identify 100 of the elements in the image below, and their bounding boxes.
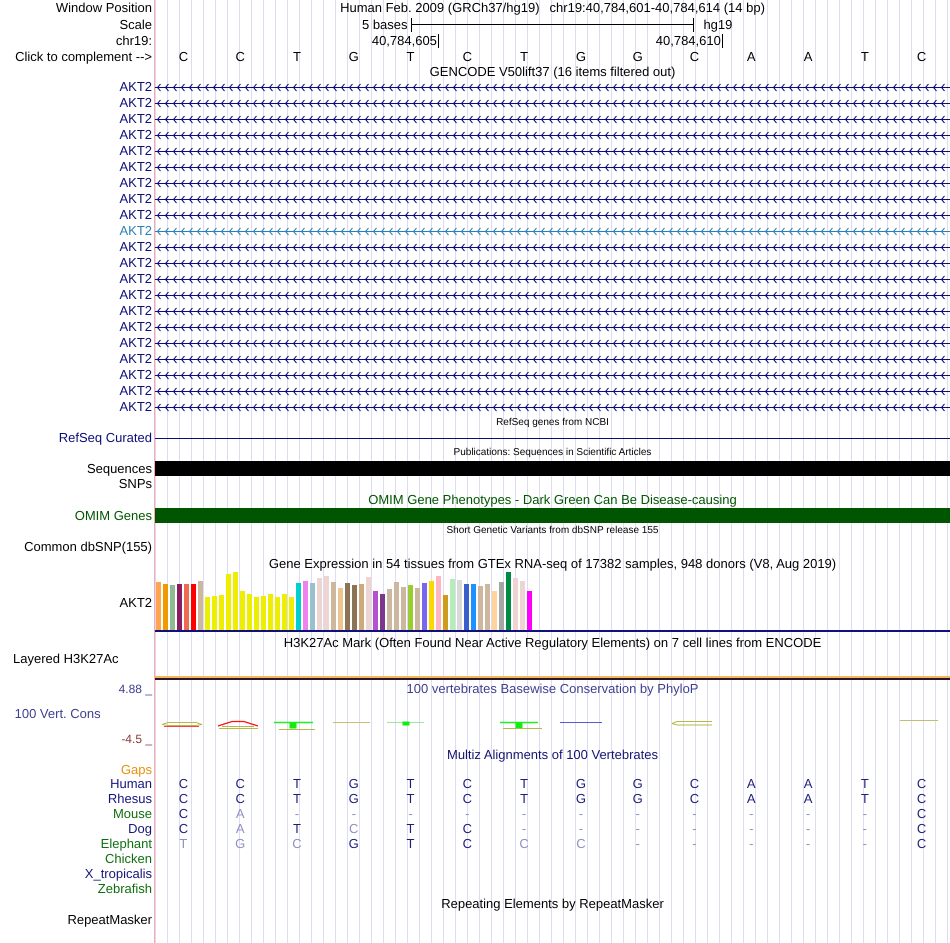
- track-title: OMIM Gene Phenotypes - Dark Green Can Be Disease-causing: [368, 492, 737, 508]
- gene-label[interactable]: AKT2: [119, 287, 152, 303]
- gene-label[interactable]: AKT2: [119, 95, 152, 111]
- row-label: chr19:: [116, 33, 152, 49]
- transcript-line[interactable]: [155, 114, 950, 124]
- assembly-label: hg19: [702, 16, 732, 33]
- aligned-base: C: [235, 776, 245, 791]
- track-label[interactable]: SNPs: [118, 476, 152, 492]
- track-label[interactable]: 100 Vert. Cons: [14, 706, 119, 722]
- conservation-mark: [500, 722, 542, 729]
- gene-label[interactable]: AKT2: [119, 271, 152, 287]
- aligned-base: C: [690, 776, 700, 791]
- track-label[interactable]: Sequences: [86, 461, 152, 476]
- base-letter[interactable]: A: [746, 49, 756, 65]
- aligned-base: -: [692, 806, 697, 821]
- base-letter[interactable]: G: [632, 49, 643, 65]
- gene-label[interactable]: AKT2: [119, 319, 152, 335]
- transcript-line[interactable]: [155, 82, 950, 92]
- gene-label[interactable]: AKT2: [119, 303, 152, 319]
- transcript-line[interactable]: [155, 274, 950, 284]
- transcript-line[interactable]: [155, 258, 950, 268]
- base-letter[interactable]: T: [292, 49, 301, 65]
- gene-label[interactable]: AKT2: [119, 367, 152, 383]
- gene-label[interactable]: AKT2: [119, 383, 152, 399]
- aligned-base: C: [235, 791, 245, 806]
- gene-label[interactable]: AKT2: [119, 79, 152, 95]
- transcript-line[interactable]: [155, 322, 950, 332]
- transcript-line[interactable]: [155, 194, 950, 204]
- base-letter[interactable]: T: [860, 49, 869, 65]
- base-letter[interactable]: A: [804, 49, 812, 65]
- aligned-base: A: [804, 791, 812, 806]
- transcript-line[interactable]: [155, 98, 950, 108]
- gene-label[interactable]: AKT2: [119, 351, 152, 367]
- base-letter[interactable]: G: [348, 49, 359, 65]
- transcript-line[interactable]: [155, 162, 950, 172]
- transcript-line[interactable]: [155, 370, 950, 380]
- transcript-line[interactable]: [155, 242, 950, 252]
- track-label[interactable]: AKT2: [119, 594, 152, 610]
- species-label[interactable]: Mouse: [112, 806, 152, 821]
- aligned-base: -: [749, 806, 754, 821]
- base-letter[interactable]: T: [406, 49, 414, 65]
- transcript-line[interactable]: [155, 402, 950, 412]
- base-letter[interactable]: C: [690, 49, 700, 65]
- aligned-base: A: [746, 776, 756, 791]
- transcript-line[interactable]: [155, 178, 950, 188]
- species-label[interactable]: X_tropicalis: [84, 866, 152, 881]
- base-letter[interactable]: T: [520, 49, 528, 65]
- species-label[interactable]: Dog: [128, 821, 152, 836]
- track-label[interactable]: RefSeq Curated: [58, 431, 152, 445]
- gene-label[interactable]: AKT2: [119, 399, 152, 415]
- transcript-line[interactable]: [155, 130, 950, 140]
- axis-max-label: 4.88 _: [118, 681, 152, 697]
- gene-label[interactable]: AKT2: [119, 223, 152, 239]
- aligned-base: G: [348, 776, 359, 791]
- conservation-mark: [386, 722, 424, 726]
- base-letter[interactable]: C: [235, 49, 245, 65]
- transcript-line[interactable]: [155, 354, 950, 364]
- gene-label[interactable]: AKT2: [119, 143, 152, 159]
- aligned-base: -: [578, 806, 584, 821]
- aligned-base: C: [462, 776, 472, 791]
- aligned-base: A: [236, 806, 244, 821]
- species-label[interactable]: Zebrafish: [98, 881, 152, 896]
- base-letter[interactable]: C: [462, 49, 472, 65]
- aligned-base: -: [692, 836, 697, 851]
- ruler-tick-label: 40,784,605: [372, 34, 439, 48]
- aligned-base: T: [406, 776, 414, 791]
- transcript-line[interactable]: [155, 146, 950, 156]
- species-label[interactable]: Elephant: [100, 836, 152, 851]
- gene-label[interactable]: AKT2: [119, 335, 152, 351]
- species-label[interactable]: Rhesus: [108, 791, 152, 806]
- transcript-line[interactable]: [155, 386, 950, 396]
- gene-label[interactable]: AKT2: [119, 207, 152, 223]
- gene-label[interactable]: AKT2: [119, 159, 152, 175]
- aligned-base: C: [916, 836, 926, 851]
- base-letter[interactable]: G: [576, 49, 586, 65]
- aligned-base: -: [806, 821, 810, 836]
- gene-label[interactable]: AKT2: [119, 255, 152, 271]
- base-letter[interactable]: C: [916, 49, 926, 65]
- aligned-base: C: [178, 791, 188, 806]
- transcript-line[interactable]: [155, 306, 950, 316]
- base-letter[interactable]: C: [178, 49, 188, 65]
- track-label[interactable]: RepeatMasker: [67, 912, 152, 928]
- species-label[interactable]: Human: [110, 776, 152, 791]
- gene-label[interactable]: AKT2: [119, 127, 152, 143]
- track-label[interactable]: OMIM Genes: [74, 508, 152, 523]
- gene-label[interactable]: AKT2: [119, 175, 152, 191]
- transcript-line[interactable]: [155, 338, 950, 348]
- gene-label[interactable]: AKT2: [119, 191, 152, 207]
- aligned-base: A: [746, 791, 756, 806]
- track-label[interactable]: Common dbSNP(155): [24, 539, 152, 555]
- transcript-line[interactable]: [155, 210, 950, 220]
- gene-label[interactable]: AKT2: [119, 239, 152, 255]
- track-label[interactable]: Layered H3K27Ac: [13, 652, 119, 666]
- gene-label[interactable]: AKT2: [119, 111, 152, 127]
- species-label[interactable]: Chicken: [105, 851, 152, 866]
- aligned-base: C: [576, 836, 586, 851]
- aligned-base: -: [636, 806, 640, 821]
- aligned-base: -: [749, 836, 754, 851]
- conservation-mark: [274, 722, 316, 730]
- transcript-line[interactable]: [155, 290, 950, 300]
